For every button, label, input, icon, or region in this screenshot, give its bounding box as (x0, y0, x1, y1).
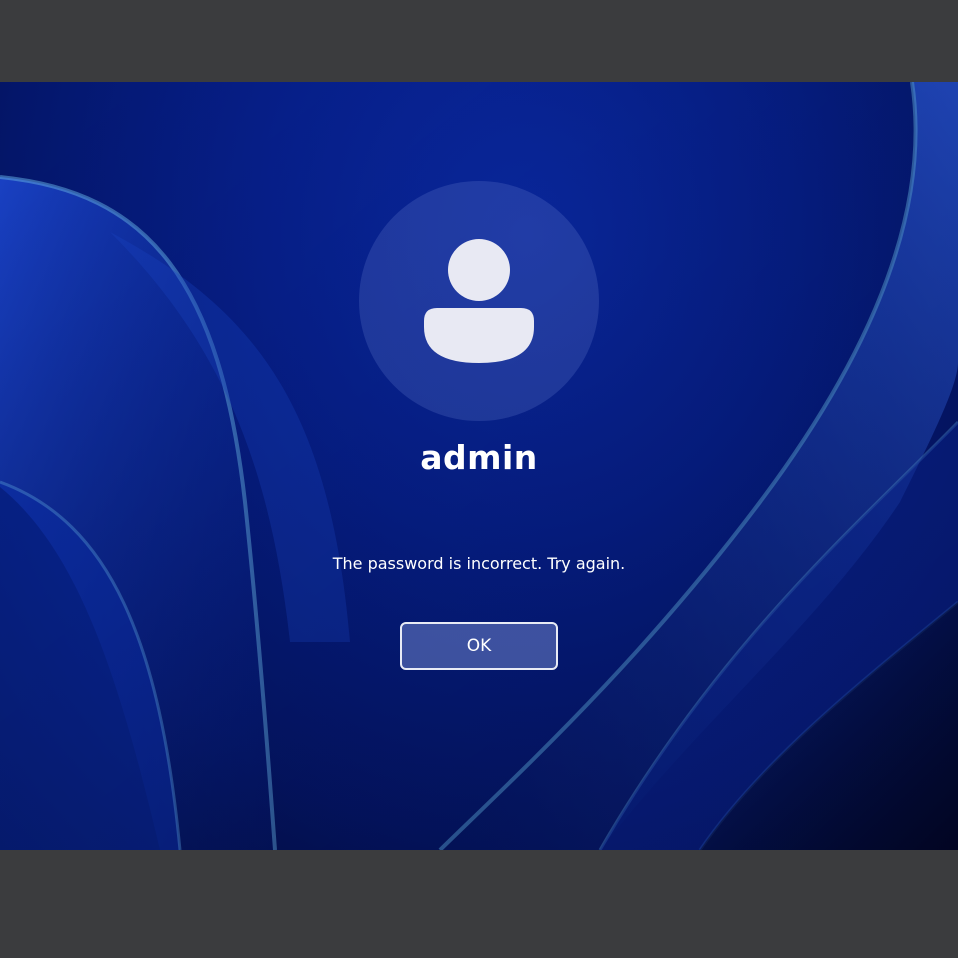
username-label: admin (420, 438, 538, 477)
user-avatar (359, 181, 599, 421)
lock-screen: admin The password is incorrect. Try aga… (0, 82, 958, 850)
letterbox-top (0, 0, 958, 82)
ok-button-label: OK (466, 636, 492, 656)
letterbox-bottom (0, 850, 958, 958)
user-avatar-icon (424, 239, 534, 363)
ok-button[interactable]: OK (400, 622, 558, 670)
error-message: The password is incorrect. Try again. (332, 554, 626, 573)
